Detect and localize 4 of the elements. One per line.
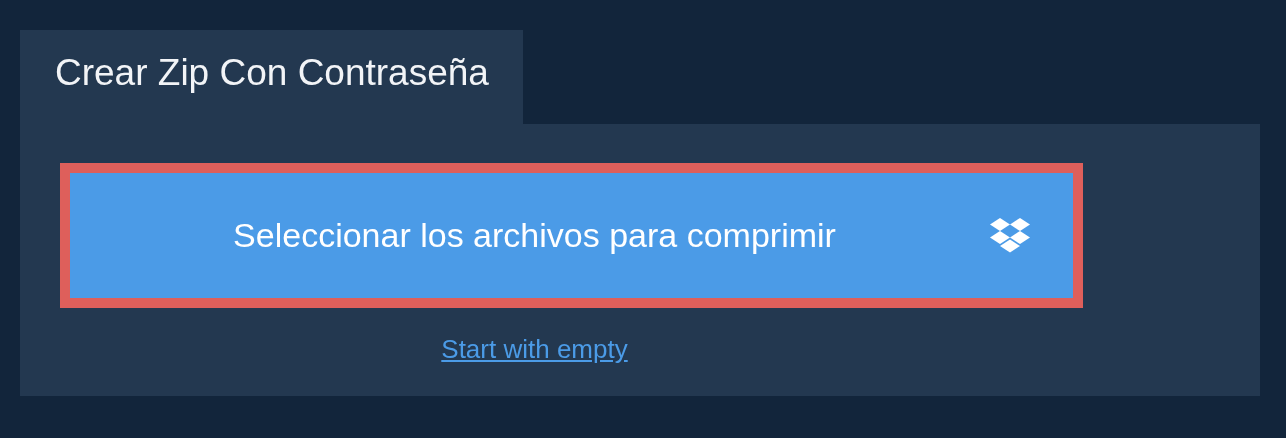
page-title: Crear Zip Con Contraseña — [20, 30, 523, 124]
select-files-button[interactable]: Seleccionar los archivos para comprimir — [60, 163, 1083, 308]
start-empty-link[interactable]: Start with empty — [441, 334, 628, 364]
dropbox-icon — [989, 217, 1031, 254]
